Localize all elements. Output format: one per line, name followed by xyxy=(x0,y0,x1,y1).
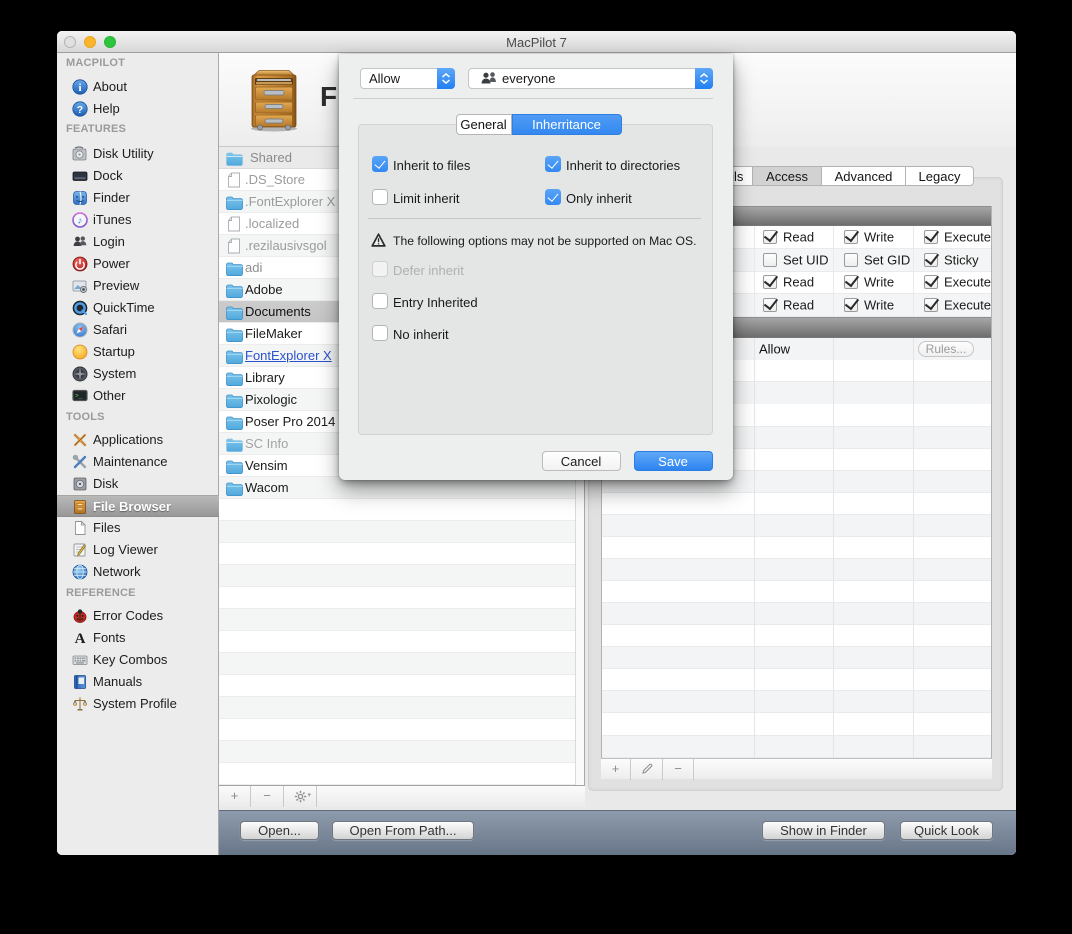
svg-text:i: i xyxy=(78,82,81,94)
svg-text:?: ? xyxy=(77,104,83,116)
svg-text:♪: ♪ xyxy=(78,215,83,226)
svg-text:>_: >_ xyxy=(75,392,83,399)
svg-text:A: A xyxy=(75,631,86,646)
